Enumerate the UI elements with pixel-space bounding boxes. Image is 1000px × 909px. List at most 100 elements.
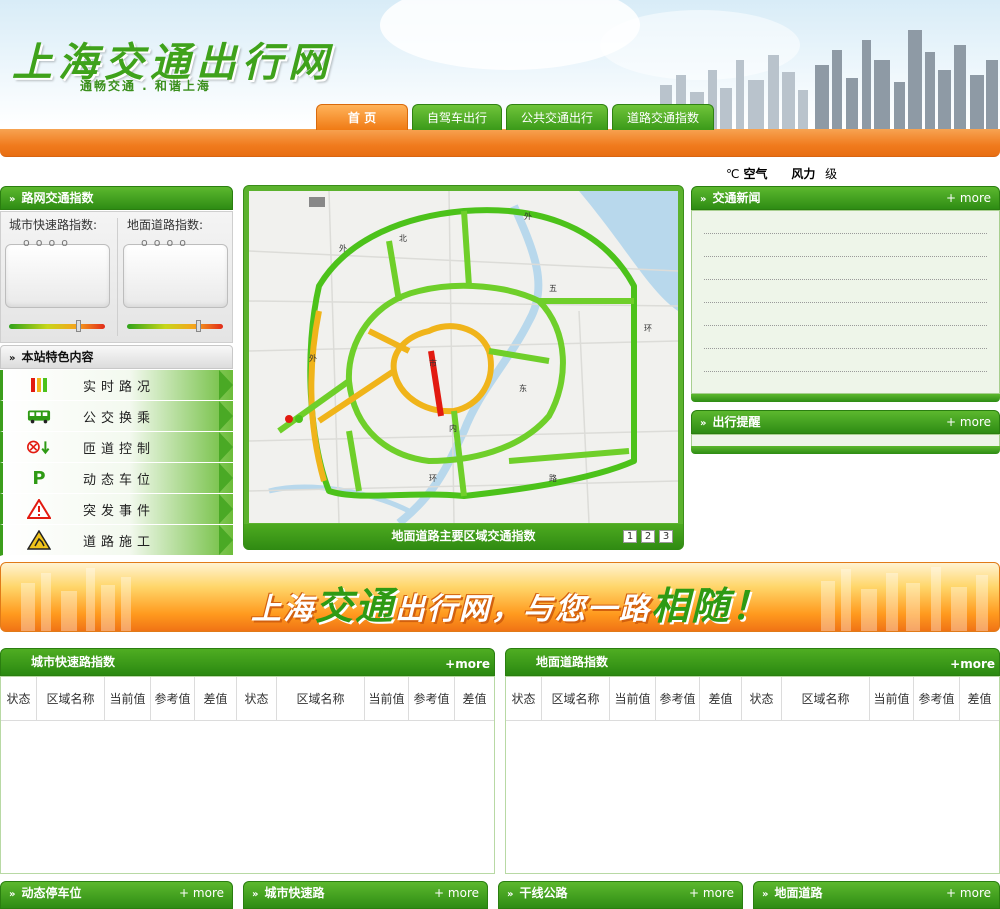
air-quality-label: 空气 <box>743 167 768 181</box>
surface-more-link[interactable]: +more <box>950 651 995 677</box>
svg-text:外: 外 <box>309 353 317 363</box>
news-item[interactable] <box>704 257 987 280</box>
wind-label: 风力 <box>791 167 816 181</box>
surface-index-gauge: 地面道路指数: oooo <box>119 216 233 340</box>
weather-bar: ℃ 空气 风力 级 <box>726 165 837 182</box>
expressway-index-table: 状态 区域名称 当前值 参考值 差值 状态 区域名称 当前值 参考值 差值 <box>0 676 495 874</box>
expressway-header: » 城市快速路 + more <box>243 881 488 909</box>
svg-text:五: 五 <box>549 284 557 293</box>
features-list: 实时路况 公交换乘 匝道控制 P 动态车位 突发事件 道路施工 <box>0 370 233 556</box>
feature-label: 动态车位 <box>83 472 156 488</box>
feature-label: 道路施工 <box>83 534 156 550</box>
warning-icon <box>27 499 51 519</box>
news-title: 交通新闻 <box>712 191 761 205</box>
temperature-unit: ℃ <box>726 167 740 181</box>
news-item[interactable] <box>704 303 987 326</box>
construction-icon <box>27 530 51 550</box>
traffic-light-icon <box>27 375 51 395</box>
svg-text:环: 环 <box>429 474 437 483</box>
header-orange-bar <box>0 129 1000 157</box>
double-chevron-icon: » <box>9 194 16 205</box>
feature-item-bus-transfer[interactable]: 公交换乘 <box>0 401 233 432</box>
double-chevron-icon: » <box>700 418 707 429</box>
surface-index-marker <box>196 320 201 332</box>
map-caption: 地面道路主要区域交通指数 <box>244 524 683 550</box>
news-item[interactable] <box>704 234 987 257</box>
feature-item-realtime[interactable]: 实时路况 <box>0 370 233 401</box>
bus-icon <box>27 406 51 426</box>
nav-tab-public-transport[interactable]: 公共交通出行 <box>506 104 609 130</box>
tips-more-link[interactable]: + more <box>946 411 991 433</box>
wind-unit: 级 <box>825 167 838 181</box>
svg-text:环: 环 <box>644 324 652 333</box>
traffic-index-header: » 路网交通指数 <box>0 186 233 210</box>
map-page-button[interactable]: 1 <box>623 530 637 543</box>
feature-item-incidents[interactable]: 突发事件 <box>0 494 233 525</box>
expressway-more-link[interactable]: +more <box>445 651 490 677</box>
nav-tab-self-driving[interactable]: 自驾车出行 <box>412 104 503 130</box>
surface-road-more-link[interactable]: + more <box>946 882 991 904</box>
traffic-map[interactable]: 外北外 五环外 市内东 环路 <box>249 191 678 523</box>
news-list <box>691 210 1000 394</box>
feature-item-ramp-control[interactable]: 匝道控制 <box>0 432 233 463</box>
feature-item-construction[interactable]: 道路施工 <box>0 525 233 556</box>
expressway-index-board <box>5 244 110 308</box>
tips-title: 出行提醒 <box>712 415 761 429</box>
news-footer-strip <box>691 394 1000 402</box>
surface-road-title: 地面道路 <box>774 886 823 900</box>
double-chevron-icon: » <box>507 889 514 900</box>
parking-icon: P <box>32 467 46 489</box>
svg-text:东: 东 <box>519 383 527 393</box>
nav-tab-traffic-index[interactable]: 道路交通指数 <box>612 104 715 130</box>
main-nav: 首 页 自驾车出行 公共交通出行 道路交通指数 <box>316 104 715 130</box>
double-chevron-icon: » <box>9 353 16 364</box>
svg-text:外: 外 <box>339 243 347 253</box>
news-item[interactable] <box>704 326 987 349</box>
site-header: 上海交通出行网 通畅交通 . 和谐上海 首 页 自驾车出行 公共交通出行 道路交… <box>0 0 1000 158</box>
expressway-index-scale <box>9 324 105 329</box>
svg-text:市: 市 <box>429 358 437 368</box>
traffic-index-title: 路网交通指数 <box>21 191 94 205</box>
expressway-table-title: 城市快速路指数 <box>31 655 116 669</box>
nav-tab-home[interactable]: 首 页 <box>316 104 408 130</box>
feature-label: 公交换乘 <box>83 410 156 426</box>
surface-index-label: 地面道路指数: <box>127 218 204 232</box>
map-page-button[interactable]: 2 <box>641 530 655 543</box>
map-page-button[interactable]: 3 <box>659 530 673 543</box>
news-item[interactable] <box>704 280 987 303</box>
tips-header: » 出行提醒 + more <box>691 410 1000 434</box>
feature-label: 突发事件 <box>83 503 156 519</box>
double-chevron-icon: » <box>9 889 16 900</box>
feature-item-parking[interactable]: P 动态车位 <box>0 463 233 494</box>
news-header: » 交通新闻 + more <box>691 186 1000 210</box>
news-more-link[interactable]: + more <box>946 187 991 209</box>
banner-slogan: 上海交通出行网，与您一路相随！ <box>251 583 772 628</box>
svg-text:北: 北 <box>399 234 407 243</box>
double-chevron-icon: » <box>762 889 769 900</box>
highway-more-link[interactable]: + more <box>689 882 734 904</box>
surface-table-header: 地面道路指数 +more <box>505 648 1000 676</box>
expressway-more-link[interactable]: + more <box>434 882 479 904</box>
news-item[interactable] <box>704 349 987 372</box>
expressway-title: 城市快速路 <box>264 886 325 900</box>
expressway-table-header: 城市快速路指数 +more <box>0 648 495 676</box>
index-divider <box>117 218 118 336</box>
parking-more-link[interactable]: + more <box>179 882 224 904</box>
site-subtitle: 通畅交通 . 和谐上海 <box>80 79 211 93</box>
highway-header: » 干线公路 + more <box>498 881 743 909</box>
feature-label: 实时路况 <box>83 379 156 395</box>
tips-footer-strip <box>691 446 1000 454</box>
table-header-row: 状态 区域名称 当前值 参考值 差值 状态 区域名称 当前值 参考值 差值 <box>1 677 494 721</box>
double-chevron-icon: » <box>700 194 707 205</box>
slogan-banner: 上海交通出行网，与您一路相随！ <box>0 562 1000 632</box>
svg-text:内: 内 <box>449 423 457 433</box>
expressway-index-label: 城市快速路指数: <box>9 218 98 232</box>
news-item[interactable] <box>704 211 987 234</box>
surface-road-header: » 地面道路 + more <box>753 881 1000 909</box>
svg-text:路: 路 <box>549 473 557 483</box>
surface-index-scale <box>127 324 223 329</box>
svg-text:外: 外 <box>524 211 532 221</box>
feature-label: 匝道控制 <box>83 441 156 457</box>
highway-title: 干线公路 <box>519 886 568 900</box>
traffic-map-panel: 外北外 五环外 市内东 环路 地面道路主要区域交通指数 1 2 3 <box>243 185 684 550</box>
